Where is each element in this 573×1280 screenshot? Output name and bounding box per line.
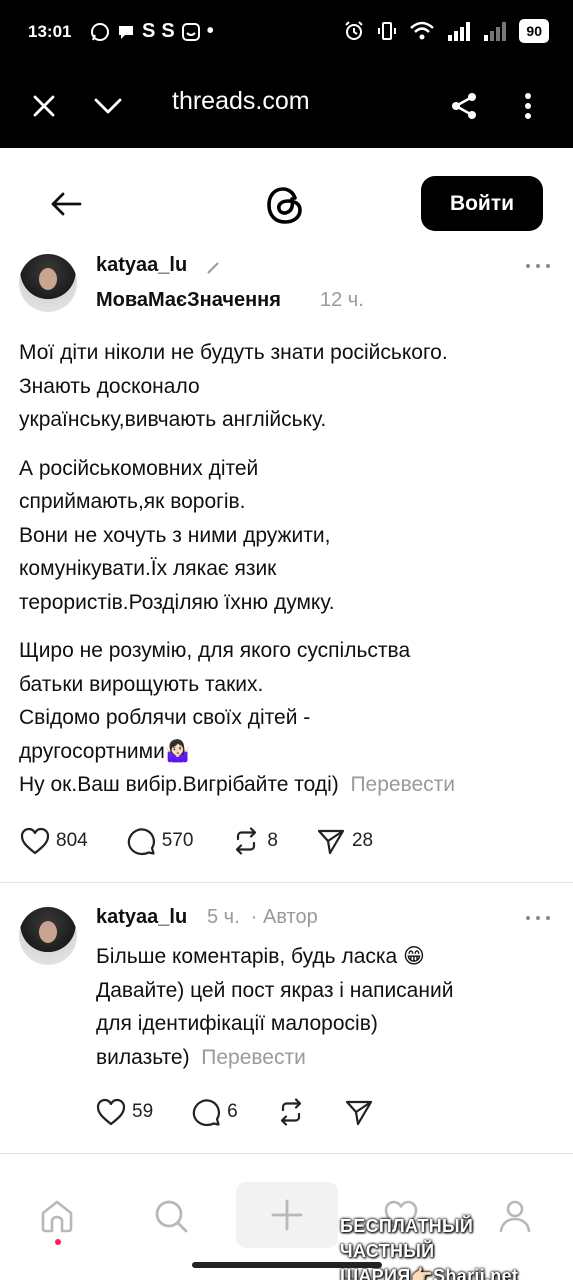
threads-logo-icon[interactable] bbox=[262, 181, 310, 229]
signal-icon bbox=[448, 22, 471, 41]
repost-button[interactable]: 8 bbox=[231, 826, 278, 856]
post-paragraph: А російськомовних дітей сприймають,як во… bbox=[19, 456, 335, 614]
watermark-text: БЕСПЛАТНЫЙ ЧАСТНЫЙ ШАРИЯ👉🏻Sharij.net bbox=[340, 1216, 519, 1280]
like-count: 59 bbox=[132, 1101, 154, 1122]
repost-icon bbox=[236, 827, 257, 855]
post-time: 12 ч. bbox=[320, 289, 364, 311]
arrow-left-icon bbox=[51, 192, 82, 216]
s-app-icon: S bbox=[142, 20, 156, 42]
repost-button[interactable] bbox=[276, 1097, 306, 1127]
url-text[interactable]: threads.com bbox=[172, 87, 310, 116]
search-icon bbox=[155, 1200, 188, 1233]
reply-more-icon[interactable] bbox=[526, 914, 550, 922]
gesture-home-bar[interactable] bbox=[192, 1262, 382, 1268]
reply-count: 6 bbox=[227, 1101, 238, 1122]
translate-link[interactable]: Перевести bbox=[350, 773, 455, 796]
send-icon bbox=[317, 829, 345, 855]
reply-button[interactable]: 6 bbox=[191, 1097, 238, 1127]
repost-icon bbox=[280, 1098, 301, 1126]
repost-count: 8 bbox=[267, 830, 278, 851]
share-button[interactable] bbox=[444, 86, 484, 126]
status-notification-icons: S S • bbox=[90, 20, 214, 43]
smile-app-icon bbox=[181, 22, 200, 41]
more-vertical-icon bbox=[525, 93, 531, 119]
pencil-icon bbox=[207, 262, 219, 274]
reply-count: 570 bbox=[161, 830, 194, 851]
collapse-button[interactable] bbox=[88, 86, 128, 126]
share-count: 28 bbox=[351, 830, 374, 851]
like-button[interactable]: 59 bbox=[96, 1098, 153, 1126]
nav-home[interactable] bbox=[37, 1196, 77, 1236]
reply-paragraph: Більше коментарів, будь ласка 😁 Давайте)… bbox=[96, 945, 454, 1069]
whatsapp-icon bbox=[91, 22, 109, 41]
comment-icon bbox=[127, 828, 155, 856]
threads-header: Войти bbox=[0, 148, 573, 256]
close-icon bbox=[33, 95, 55, 117]
comment-icon bbox=[192, 1099, 221, 1127]
login-button[interactable]: Войти bbox=[421, 176, 543, 231]
reply-time: 5 ч. · Автор bbox=[207, 906, 318, 928]
alarm-icon bbox=[345, 21, 364, 40]
translate-link[interactable]: Перевести bbox=[201, 1046, 306, 1069]
status-system-icons: 90 bbox=[343, 19, 549, 43]
chevron-down-icon bbox=[94, 98, 122, 114]
divider bbox=[0, 1153, 573, 1154]
post-paragraph: Щиро не розумію, для якого суспільства б… bbox=[19, 639, 456, 796]
post-username[interactable]: katyaa_lu bbox=[96, 254, 187, 277]
plus-icon bbox=[271, 1199, 303, 1231]
close-tab-button[interactable] bbox=[24, 86, 64, 126]
battery-level: 90 bbox=[519, 19, 549, 43]
divider bbox=[0, 882, 573, 883]
back-button[interactable] bbox=[46, 186, 86, 222]
nav-compose[interactable] bbox=[236, 1182, 338, 1248]
status-bar: 13:01 S S • 90 bbox=[0, 0, 573, 64]
share-post-button[interactable] bbox=[344, 1097, 374, 1127]
reply-username[interactable]: katyaa_lu bbox=[96, 906, 187, 929]
post-body: Мої діти ніколи не будуть знати російськ… bbox=[19, 336, 559, 802]
send-icon bbox=[345, 1100, 372, 1126]
post-actions: 804 570 8 28 bbox=[20, 826, 411, 856]
status-time: 13:01 bbox=[28, 22, 72, 41]
avatar[interactable] bbox=[19, 907, 77, 965]
nav-search[interactable] bbox=[151, 1196, 191, 1236]
like-button[interactable]: 804 bbox=[20, 827, 88, 855]
reply-actions: 59 6 bbox=[96, 1097, 412, 1127]
reply-button[interactable]: 570 bbox=[126, 826, 194, 856]
wifi-icon bbox=[410, 21, 435, 40]
signal-icon bbox=[484, 22, 507, 41]
home-icon bbox=[41, 1200, 73, 1233]
share-post-button[interactable]: 28 bbox=[316, 826, 373, 856]
browser-toolbar: threads.com bbox=[0, 64, 573, 148]
share-icon bbox=[452, 93, 476, 119]
avatar[interactable] bbox=[19, 254, 77, 312]
notification-dot bbox=[55, 1239, 61, 1245]
like-count: 804 bbox=[56, 830, 88, 851]
browser-menu-button[interactable] bbox=[508, 86, 548, 126]
more-notifications-dot: • bbox=[206, 20, 214, 42]
author-badge: Автор bbox=[263, 906, 318, 928]
s-app-icon: S bbox=[161, 20, 175, 42]
post-topic-tag[interactable]: МоваМаєЗначення bbox=[96, 289, 281, 312]
reply-body: Більше коментарів, будь ласка 😁 Давайте)… bbox=[96, 940, 566, 1074]
vibrate-icon bbox=[378, 22, 397, 40]
post-paragraph: Мої діти ніколи не будуть знати російськ… bbox=[19, 341, 448, 431]
chat-bubble-icon bbox=[119, 25, 133, 39]
heart-icon bbox=[20, 827, 50, 855]
heart-icon bbox=[96, 1098, 126, 1126]
post-more-icon[interactable] bbox=[526, 262, 550, 270]
